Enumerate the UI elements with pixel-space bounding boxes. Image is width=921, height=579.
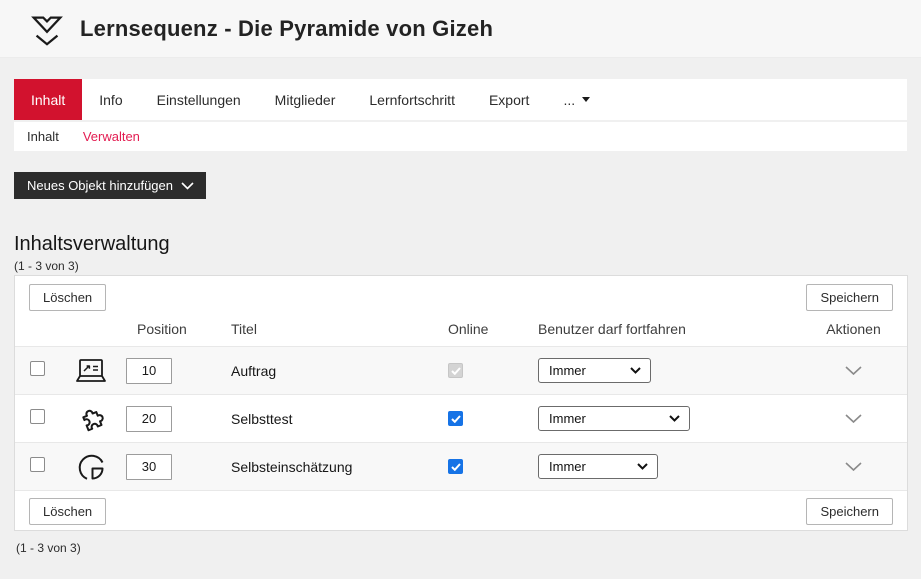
test-puzzle-icon bbox=[73, 401, 109, 437]
row-select-checkbox[interactable] bbox=[30, 361, 45, 376]
tab-more[interactable]: ... bbox=[546, 79, 607, 120]
row-title: Selbsteinschätzung bbox=[231, 459, 448, 475]
tab-more-label: ... bbox=[563, 92, 575, 108]
row-title: Selbsttest bbox=[231, 411, 448, 427]
proceed-select-value: Immer bbox=[549, 411, 586, 426]
column-header-position: Position bbox=[123, 321, 231, 337]
online-checkbox bbox=[448, 363, 463, 378]
subtab-verwalten[interactable]: Verwalten bbox=[83, 129, 140, 144]
tab-info[interactable]: Info bbox=[82, 79, 139, 120]
range-info-top: (1 - 3 von 3) bbox=[14, 259, 907, 273]
tab-inhalt[interactable]: Inhalt bbox=[14, 79, 82, 120]
content-table: Löschen Speichern Position Titel Online … bbox=[14, 275, 908, 531]
save-button-bottom[interactable]: Speichern bbox=[806, 498, 893, 525]
position-input[interactable] bbox=[126, 454, 172, 480]
proceed-select-value: Immer bbox=[549, 363, 586, 378]
survey-pie-icon bbox=[73, 449, 109, 485]
add-object-button[interactable]: Neues Objekt hinzufügen bbox=[14, 172, 206, 199]
tab-einstellungen[interactable]: Einstellungen bbox=[140, 79, 258, 120]
main-tabbar: Inhalt Info Einstellungen Mitglieder Ler… bbox=[14, 79, 907, 120]
caret-down-icon bbox=[582, 97, 590, 102]
column-header-actions: Aktionen bbox=[798, 321, 909, 337]
column-header-proceed: Benutzer darf fortfahren bbox=[538, 321, 798, 337]
add-object-label: Neues Objekt hinzufügen bbox=[27, 178, 173, 193]
table-row: Selbsteinschätzung Immer bbox=[15, 442, 907, 490]
learning-sequence-icon bbox=[28, 10, 66, 48]
tab-export[interactable]: Export bbox=[472, 79, 546, 120]
row-actions-chevron[interactable] bbox=[841, 458, 866, 475]
column-header-title: Titel bbox=[231, 321, 448, 337]
exercise-laptop-icon bbox=[72, 354, 110, 388]
save-button-top[interactable]: Speichern bbox=[806, 284, 893, 311]
sub-tabbar: Inhalt Verwalten bbox=[14, 122, 907, 151]
proceed-select[interactable]: Immer bbox=[538, 406, 690, 431]
chevron-down-icon bbox=[181, 182, 194, 190]
section-title: Inhaltsverwaltung bbox=[14, 233, 907, 256]
delete-button-bottom[interactable]: Löschen bbox=[29, 498, 106, 525]
delete-button-top[interactable]: Löschen bbox=[29, 284, 106, 311]
tab-mitglieder[interactable]: Mitglieder bbox=[258, 79, 353, 120]
page-title: Lernsequenz - Die Pyramide von Gizeh bbox=[80, 16, 493, 42]
table-row: Auftrag Immer bbox=[15, 346, 907, 394]
table-row: Selbsttest Immer bbox=[15, 394, 907, 442]
subtab-inhalt[interactable]: Inhalt bbox=[27, 129, 59, 144]
online-checkbox[interactable] bbox=[448, 459, 463, 474]
row-select-checkbox[interactable] bbox=[30, 457, 45, 472]
row-select-checkbox[interactable] bbox=[30, 409, 45, 424]
range-info-bottom: (1 - 3 von 3) bbox=[16, 541, 907, 555]
table-header-row: Position Titel Online Benutzer darf fort… bbox=[15, 316, 907, 346]
proceed-select[interactable]: Immer bbox=[538, 358, 651, 383]
row-title: Auftrag bbox=[231, 363, 448, 379]
position-input[interactable] bbox=[126, 406, 172, 432]
tab-lernfortschritt[interactable]: Lernfortschritt bbox=[352, 79, 472, 120]
row-actions-chevron[interactable] bbox=[841, 362, 866, 379]
page-header: Lernsequenz - Die Pyramide von Gizeh bbox=[0, 0, 921, 58]
online-checkbox[interactable] bbox=[448, 411, 463, 426]
position-input[interactable] bbox=[126, 358, 172, 384]
proceed-select[interactable]: Immer bbox=[538, 454, 658, 479]
proceed-select-value: Immer bbox=[549, 459, 586, 474]
column-header-online: Online bbox=[448, 321, 538, 337]
row-actions-chevron[interactable] bbox=[841, 410, 866, 427]
